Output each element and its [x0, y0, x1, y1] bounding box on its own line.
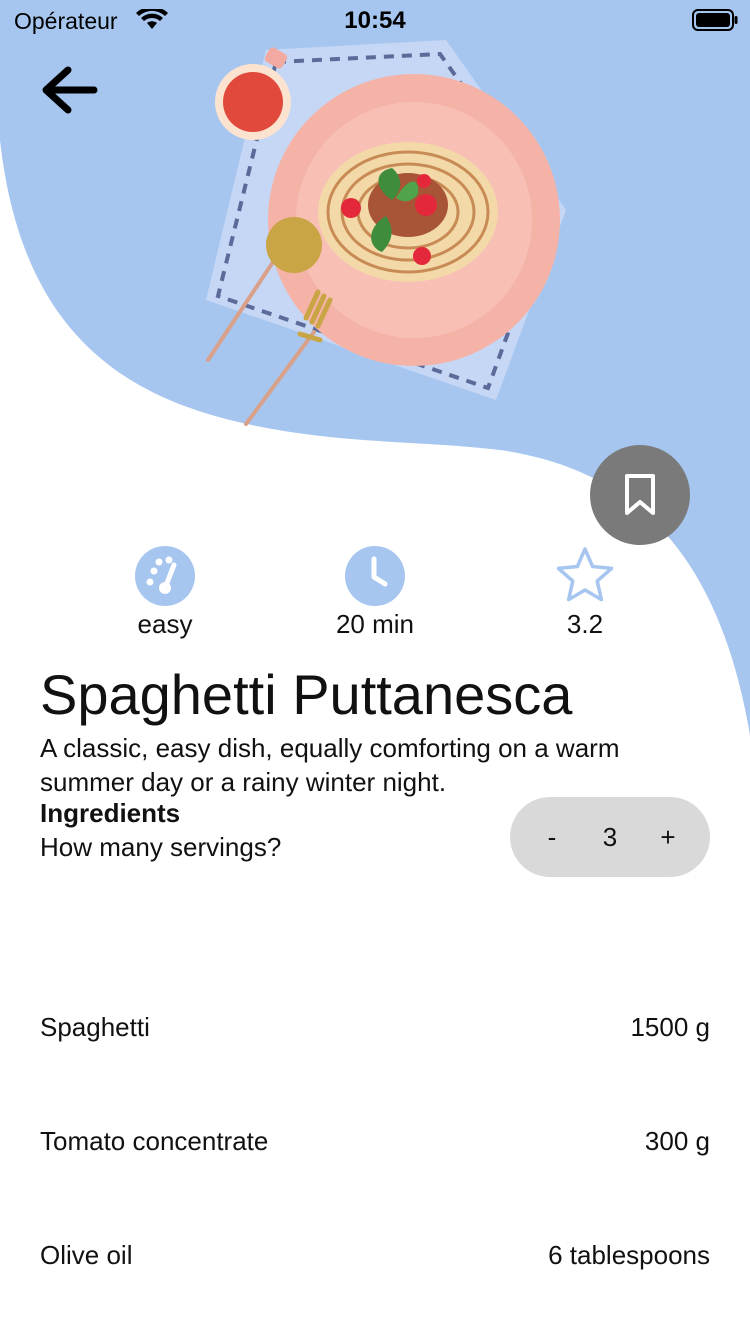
difficulty-label: easy — [137, 609, 193, 639]
rating-label: 3.2 — [566, 609, 604, 639]
servings-question: How many servings? — [40, 832, 282, 862]
ingredient-name: Olive oil — [40, 1240, 133, 1270]
dish-illustration — [206, 40, 566, 426]
rating-stat: 3.2 — [505, 545, 665, 640]
decrease-servings-button[interactable]: - — [532, 817, 572, 857]
battery-icon — [692, 9, 738, 31]
bookmark-icon — [625, 474, 655, 515]
ingredient-name: Spaghetti — [40, 1012, 150, 1042]
ingredient-name: Tomato concentrate — [40, 1126, 269, 1156]
recipe-description: A classic, easy dish, equally comforting… — [40, 733, 620, 797]
ingredient-amount: 300 g — [644, 1126, 710, 1156]
difficulty-stat: easy — [85, 545, 245, 640]
increase-servings-button[interactable]: + — [648, 817, 688, 857]
status-bar: Opérateur 10:54 — [0, 0, 750, 40]
ingredients-heading: Ingredients — [40, 798, 181, 828]
ingredient-amount: 1500 g — [630, 1012, 710, 1042]
status-time: 10:54 — [344, 7, 406, 34]
recipe-stats: easy 20 min 3.2 — [0, 545, 750, 645]
gauge-icon — [135, 546, 195, 606]
time-stat: 20 min — [295, 545, 455, 640]
recipe-title: Spaghetti Puttanesca — [40, 663, 573, 726]
time-label: 20 min — [335, 609, 415, 639]
ingredient-row: Olive oil 6 tablespoons — [40, 1240, 710, 1334]
servings-count: 3 — [602, 821, 618, 852]
ingredient-row: Tomato concentrate 300 g — [40, 1126, 710, 1240]
ingredient-amount: 6 tablespoons — [548, 1240, 710, 1270]
servings-stepper: - 3 + — [510, 797, 710, 877]
clock-icon — [345, 546, 405, 606]
ingredients-list: Spaghetti 1500 g Tomato concentrate 300 … — [40, 1012, 710, 1334]
star-icon — [556, 547, 614, 602]
back-arrow-icon[interactable] — [38, 62, 102, 118]
ingredient-row: Spaghetti 1500 g — [40, 1012, 710, 1126]
bookmark-button[interactable] — [590, 445, 690, 545]
